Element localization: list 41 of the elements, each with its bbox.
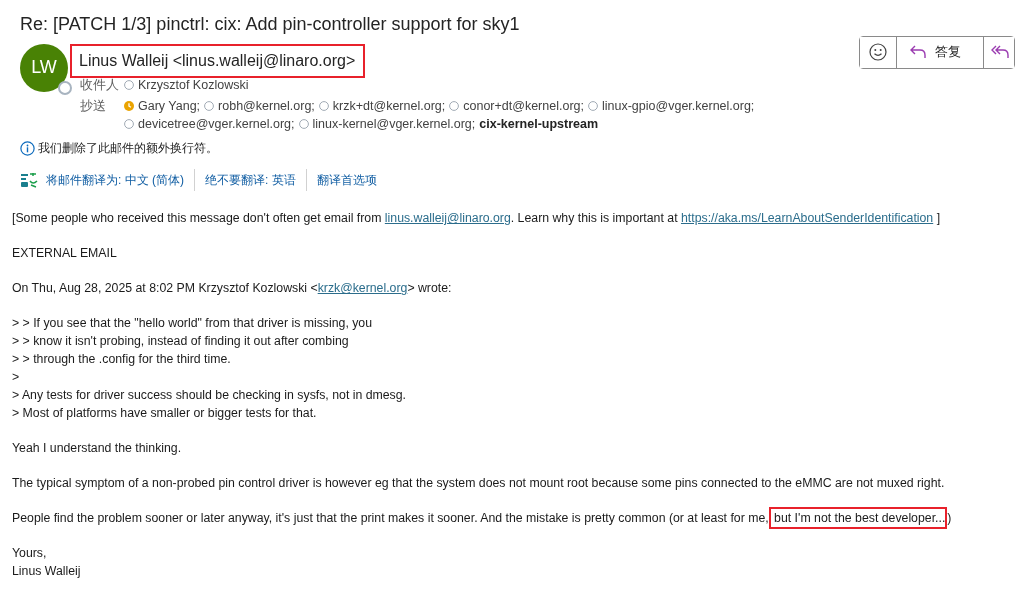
- translate-icon: [20, 171, 38, 190]
- sender-name[interactable]: Linus Walleij <linus.walleij@linaro.org>: [70, 43, 366, 78]
- body-paragraph: [Some people who received this message don't often get email from linus.walleij@linaro.org. Learn why this is important at https://aka.ms/LearnAboutSenderIdentification ]: [12, 210, 942, 228]
- body-paragraph: Yeah I understand the thinking.: [12, 440, 183, 458]
- recipient-name[interactable]: robh@kernel.org;: [204, 99, 315, 114]
- body-line: > > know it isn't probing, instead of finding it out after combing: [12, 333, 350, 351]
- recipient-name[interactable]: conor+dt@kernel.org;: [449, 99, 584, 114]
- translate-link[interactable]: 翻译首选项: [305, 169, 387, 192]
- smiley-icon: [869, 43, 887, 62]
- email-link[interactable]: https://aka.ms/LearnAboutSenderIdentification: [680, 211, 934, 226]
- body-paragraph: On Thu, Aug 28, 2025 at 8:02 PM Krzysztof Kozlowski <krzk@kernel.org> wrote:: [12, 280, 453, 298]
- reply-icon: [909, 44, 927, 61]
- recipient-name[interactable]: Gary Yang;: [124, 99, 201, 114]
- recipient-label: 抄送: [80, 98, 107, 116]
- notice-text: 我们删除了此邮件的额外换行符。: [38, 140, 218, 158]
- body-line: Yours,: [12, 545, 48, 563]
- recipient-name[interactable]: krzk+dt@kernel.org;: [318, 99, 446, 114]
- info-icon: [20, 140, 35, 156]
- reaction-button[interactable]: [860, 36, 897, 68]
- body-paragraph: EXTERNAL EMAIL: [12, 245, 118, 263]
- body-line: > > through the .config for the third time.: [12, 351, 232, 369]
- recipient-label: 收件人: [80, 76, 120, 94]
- body-paragraph: The typical symptom of a non-probed pin control driver is however eg that the system does not mount root because some pins connected to the eMMC are not muxed right.: [12, 475, 946, 493]
- body-line: > Most of platforms have smaller or bigger tests for that.: [12, 405, 318, 423]
- email-link[interactable]: linus.walleij@linaro.org: [384, 211, 511, 226]
- presence-icon: [58, 80, 72, 95]
- recipient-name[interactable]: Krzysztof Kozlowski: [124, 77, 249, 92]
- body-line: > > If you see that the "hello world" from that driver is missing, you: [12, 315, 374, 333]
- recipient-name[interactable]: cix-kernel-upstream: [479, 117, 599, 132]
- reply-all-icon: [990, 44, 1010, 61]
- recipient-name[interactable]: devicetree@vger.kernel.org;: [124, 117, 295, 132]
- recipient-name[interactable]: linux-kernel@vger.kernel.org;: [298, 117, 476, 132]
- body-line: Linus Walleij: [12, 563, 82, 581]
- body-line: > Any tests for driver success should be checking in sysfs, not in dmesg.: [12, 387, 408, 405]
- email-subject: Re: [PATCH 1/3] pinctrl: cix: Add pin-controller support for sky1: [19, 13, 521, 36]
- body-paragraph: People find the problem sooner or later anyway, it's just that the print makes it sooner. And the mistake is pretty common (or at least for me, but I'm not the best developer... ): [12, 509, 1015, 528]
- translate-link[interactable]: 绝不要翻译: 英语: [194, 169, 306, 192]
- body-line: >: [12, 369, 21, 387]
- recipient-name[interactable]: linux-gpio@vger.kernel.org;: [588, 99, 755, 114]
- translate-link[interactable]: 将邮件翻译为: 中文 (简体): [38, 169, 194, 192]
- email-link[interactable]: krzk@kernel.org: [317, 281, 408, 296]
